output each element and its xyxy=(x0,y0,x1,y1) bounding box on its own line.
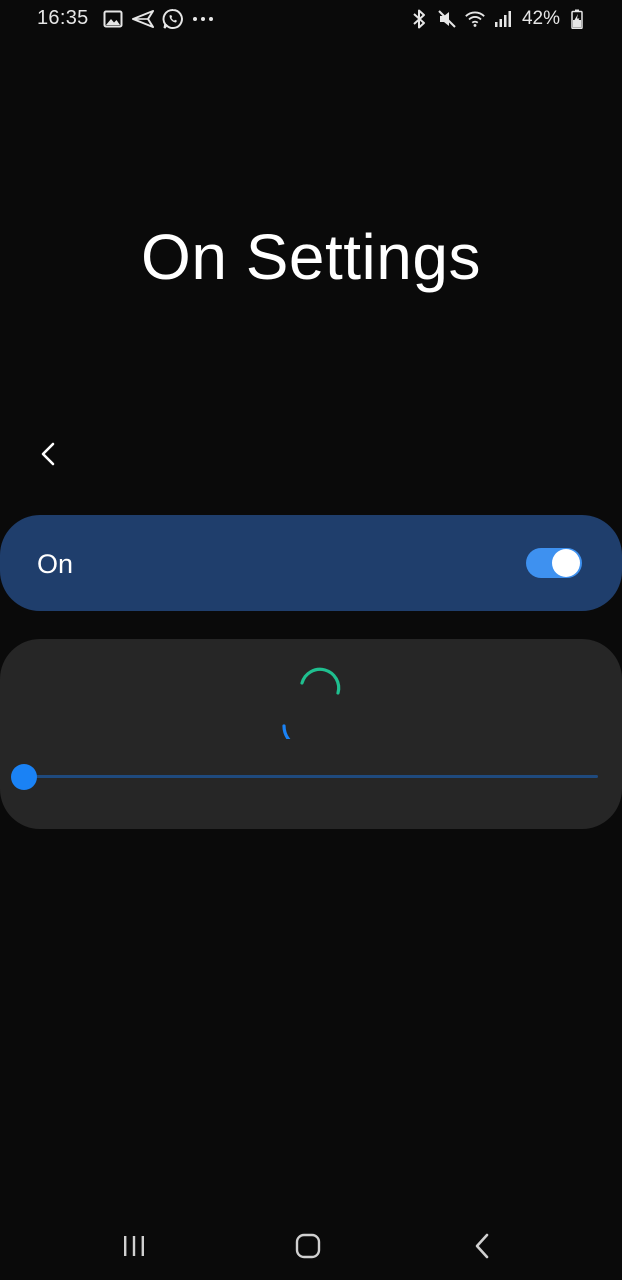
toggle-knob xyxy=(552,549,580,577)
wifi-icon xyxy=(464,8,486,30)
send-icon xyxy=(132,8,154,30)
home-button[interactable] xyxy=(283,1224,333,1268)
back-arrow-icon xyxy=(41,442,55,466)
signal-icon xyxy=(492,8,514,30)
master-switch-bar[interactable]: On xyxy=(0,515,622,611)
master-switch-toggle[interactable] xyxy=(526,548,582,578)
master-switch-label: On xyxy=(37,549,74,579)
notification-icons xyxy=(102,8,214,30)
status-bar: 16:35 42% xyxy=(0,0,622,38)
whatsapp-icon xyxy=(162,8,184,30)
recent-apps-icon xyxy=(124,1236,144,1256)
loading-spinner-icon xyxy=(282,667,341,739)
nav-back-button[interactable] xyxy=(458,1224,508,1268)
screen: 16:35 42% On Settings On xyxy=(0,0,622,1280)
recent-apps-button[interactable] xyxy=(109,1224,159,1268)
nav-back-icon xyxy=(475,1233,489,1259)
status-time: 16:35 xyxy=(37,7,89,29)
home-icon xyxy=(295,1233,321,1259)
more-notifications-icon xyxy=(192,8,214,30)
mute-icon xyxy=(436,8,458,30)
slider-thumb[interactable] xyxy=(11,764,37,790)
gallery-icon xyxy=(102,8,124,30)
slider-track[interactable] xyxy=(24,775,598,778)
back-button[interactable] xyxy=(26,432,70,476)
navigation-bar xyxy=(0,1210,622,1280)
content-card xyxy=(0,639,622,829)
page-title: On Settings xyxy=(141,221,481,293)
battery-percentage: 42% xyxy=(521,8,560,29)
bluetooth-icon xyxy=(408,8,430,30)
system-icons: 42% xyxy=(408,8,588,30)
level-slider[interactable] xyxy=(11,763,601,791)
battery-charging-icon xyxy=(566,8,588,30)
